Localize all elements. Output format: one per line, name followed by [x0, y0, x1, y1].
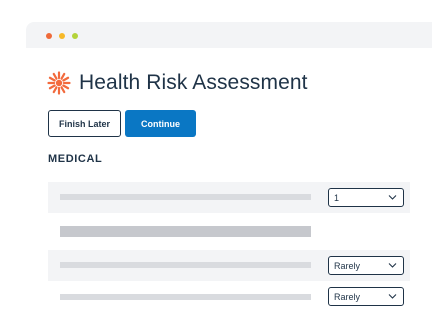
answer-select[interactable]: Rarely — [328, 287, 404, 306]
logo-petal — [48, 84, 56, 90]
page-header: Health Risk Assessment — [47, 69, 308, 97]
starburst-logo-icon — [47, 71, 71, 95]
logo-petal — [52, 86, 58, 94]
window-titlebar — [26, 22, 432, 48]
logo-petal — [48, 76, 56, 82]
logo-petal — [62, 76, 70, 82]
close-window-dot[interactable] — [46, 33, 52, 39]
answer-select-value: Rarely — [334, 291, 361, 302]
question-row: Rarely — [48, 281, 410, 312]
finish-later-button[interactable]: Finish Later — [48, 110, 121, 137]
question-row — [48, 216, 410, 247]
question-row: Rarely — [48, 250, 410, 281]
chevron-down-icon — [388, 263, 397, 268]
question-text-placeholder — [60, 194, 311, 200]
continue-button[interactable]: Continue — [125, 110, 196, 137]
section-heading: MEDICAL — [48, 153, 103, 165]
maximize-window-dot[interactable] — [72, 33, 78, 39]
logo-petal — [60, 72, 66, 80]
question-text-placeholder — [60, 226, 311, 237]
answer-select[interactable]: Rarely — [328, 256, 404, 275]
answer-select[interactable]: 1 — [328, 188, 404, 207]
question-text-placeholder — [60, 294, 311, 300]
logo-petal — [60, 86, 66, 94]
answer-select-value: 1 — [334, 192, 340, 203]
app-window: Health Risk Assessment Finish Later Cont… — [26, 22, 432, 322]
question-row: 1 — [48, 182, 410, 213]
logo-petal — [62, 84, 70, 90]
minimize-window-dot[interactable] — [59, 33, 65, 39]
page-title: Health Risk Assessment — [79, 71, 308, 94]
answer-select-value: Rarely — [334, 260, 361, 271]
question-text-placeholder — [60, 262, 311, 268]
logo-petal — [52, 72, 58, 80]
chevron-down-icon — [388, 195, 397, 200]
